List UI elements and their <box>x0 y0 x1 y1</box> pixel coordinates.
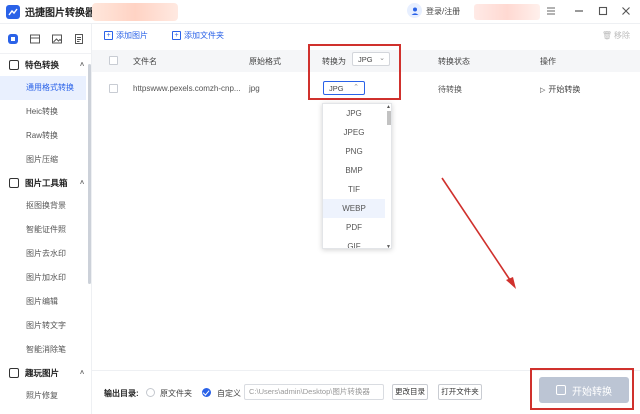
app-title: 迅捷图片转换器 <box>25 8 95 19</box>
dropdown-option[interactable]: TIF <box>323 180 385 199</box>
radio-original-folder-label: 原文件夹 <box>160 389 192 398</box>
delete-label: 移除 <box>614 30 630 40</box>
add-image-button[interactable]: + 添加图片 <box>104 30 148 41</box>
scroll-up-icon[interactable]: ▲ <box>386 104 391 110</box>
section-special-convert[interactable]: 特色转换 ˄ <box>0 54 91 76</box>
blurred-banner <box>92 3 178 21</box>
section-toolbox[interactable]: 图片工具箱 ˄ <box>0 172 91 194</box>
add-folder-label: 添加文件夹 <box>184 30 224 40</box>
radio-custom[interactable] <box>202 388 211 397</box>
delete-button[interactable]: 🗑 移除 <box>602 30 630 41</box>
row-checkbox[interactable] <box>109 84 118 93</box>
add-image-label: 添加图片 <box>116 30 148 40</box>
sidebar: 特色转换 ˄ 通用格式转换 Heic转换 Raw转换 图片压缩 图片工具箱 ˄ … <box>0 24 92 414</box>
sidebar-item-raw[interactable]: Raw转换 <box>0 124 91 148</box>
sidebar-item-general-convert[interactable]: 通用格式转换 <box>0 76 86 100</box>
sidebar-item-heic[interactable]: Heic转换 <box>0 100 91 124</box>
radio-custom-label: 自定义 <box>217 389 241 398</box>
output-dir-label: 输出目录: <box>104 389 139 398</box>
dropdown-option[interactable]: BMP <box>323 161 385 180</box>
highlight-box-format <box>308 44 401 100</box>
chevron-up-icon: ˄ <box>80 61 85 69</box>
row-filename: httpswww.pexels.comzh-cnp... <box>133 84 241 93</box>
sidebar-toolbar <box>0 24 91 54</box>
plus-icon: + <box>172 30 181 40</box>
trash-icon: 🗑 <box>601 30 612 40</box>
row-start-convert-button[interactable]: ▷ 开始转换 <box>540 84 580 95</box>
convert-icon <box>556 385 566 395</box>
chevron-up-icon: ˄ <box>80 179 85 187</box>
dropdown-option[interactable]: JPG <box>323 104 385 123</box>
dropdown-scrollbar[interactable]: ▲ ▼ <box>386 104 391 248</box>
user-avatar-icon[interactable] <box>407 3 422 18</box>
dropdown-option-highlighted[interactable]: WEBP <box>323 199 385 218</box>
play-icon: ▷ <box>540 86 546 94</box>
open-folder-button[interactable]: 打开文件夹 <box>438 384 482 400</box>
row-status: 待转换 <box>438 85 462 94</box>
toolbox-icon <box>9 178 19 188</box>
dropdown-option[interactable]: GIF <box>323 237 385 248</box>
sidebar-item-eraser[interactable]: 智能消除笔 <box>0 338 91 362</box>
dropdown-option[interactable]: PDF <box>323 218 385 237</box>
app-logo-icon <box>6 4 20 19</box>
radio-original-folder[interactable] <box>146 388 155 397</box>
scroll-down-icon[interactable]: ▼ <box>386 244 391 248</box>
sidebar-item-compress[interactable]: 图片压缩 <box>0 148 91 172</box>
format-dropdown: JPG JPEG PNG BMP TIF WEBP PDF GIF ▲ ▼ <box>322 103 392 249</box>
section-label: 特色转换 <box>25 60 60 70</box>
section-label: 趣玩图片 <box>25 368 60 378</box>
minimize-icon[interactable] <box>573 5 585 17</box>
home-icon[interactable] <box>6 32 19 45</box>
dropdown-option[interactable]: JPEG <box>323 123 385 142</box>
plus-icon: + <box>104 30 113 40</box>
gallery-icon[interactable] <box>28 32 41 45</box>
photo-icon <box>9 368 19 378</box>
scroll-thumb[interactable] <box>387 111 391 125</box>
section-fun[interactable]: 趣玩图片 ˄ <box>0 362 91 384</box>
select-all-checkbox[interactable] <box>109 56 118 65</box>
sidebar-item-ocr[interactable]: 图片转文字 <box>0 314 91 338</box>
maximize-icon[interactable] <box>597 5 609 17</box>
header-status: 转换状态 <box>438 57 470 66</box>
sidebar-item-remove-watermark[interactable]: 图片去水印 <box>0 242 91 266</box>
add-folder-button[interactable]: + 添加文件夹 <box>172 30 224 41</box>
chevron-up-icon: ˄ <box>80 369 85 377</box>
start-convert-button[interactable]: 开始转换 <box>539 377 629 403</box>
header-action: 操作 <box>540 57 556 66</box>
output-path-input[interactable]: C:\Users\admin\Desktop\图片转换器 <box>244 384 384 400</box>
sidebar-item-cutout[interactable]: 抠图换背景 <box>0 194 91 218</box>
login-register-link[interactable]: 登录/注册 <box>426 6 460 17</box>
section-label: 图片工具箱 <box>25 178 68 188</box>
sidebar-item-restore[interactable]: 照片修复 <box>0 384 91 408</box>
grid-icon <box>9 60 19 70</box>
image-icon[interactable] <box>50 32 63 45</box>
sidebar-item-id-photo[interactable]: 智能证件照 <box>0 218 91 242</box>
main-toolbar: + 添加图片 + 添加文件夹 🗑 移除 <box>92 24 640 46</box>
change-dir-button[interactable]: 更改目录 <box>392 384 428 400</box>
row-original-format: jpg <box>249 84 260 93</box>
dropdown-option[interactable]: PNG <box>323 142 385 161</box>
sidebar-item-add-watermark[interactable]: 图片加水印 <box>0 266 91 290</box>
document-icon[interactable] <box>72 32 85 45</box>
sidebar-scrollbar[interactable] <box>88 64 91 284</box>
menu-icon[interactable] <box>545 5 557 17</box>
header-filename: 文件名 <box>133 57 157 66</box>
header-original-format: 原始格式 <box>249 57 281 66</box>
blurred-promo <box>474 4 540 20</box>
sidebar-item-edit[interactable]: 图片编辑 <box>0 290 91 314</box>
close-icon[interactable] <box>620 5 632 17</box>
start-convert-label: 开始转换 <box>572 386 612 398</box>
row-start-convert-label: 开始转换 <box>548 85 581 94</box>
